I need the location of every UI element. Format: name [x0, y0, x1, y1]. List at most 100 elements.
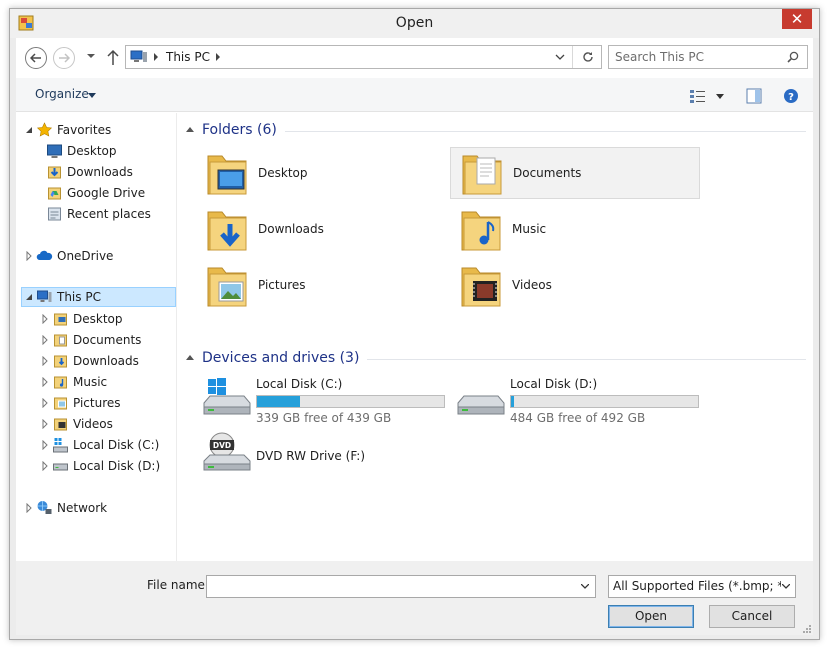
- resize-grip-icon[interactable]: [801, 623, 811, 633]
- expand-triangle-icon[interactable]: [40, 335, 50, 345]
- file-type-chevron-down-icon[interactable]: [782, 584, 790, 589]
- folder-name: Desktop: [258, 166, 308, 180]
- pictures-folder-icon: [207, 267, 247, 307]
- sidebar-item-label: Network: [57, 501, 108, 515]
- drive-name: DVD RW Drive (F:): [256, 449, 366, 463]
- refresh-icon: [582, 52, 593, 62]
- sidebar-item-favorites[interactable]: Favorites: [24, 120, 111, 140]
- windows-drive-icon: [53, 438, 68, 453]
- sidebar-item-favorites-google-drive[interactable]: Google Drive: [46, 183, 145, 203]
- sidebar-item-pictures[interactable]: Pictures: [40, 393, 121, 413]
- sidebar-item-favorites-desktop[interactable]: Desktop: [46, 141, 117, 161]
- sidebar-item-documents[interactable]: Documents: [40, 330, 141, 350]
- address-history-chevron-down-icon[interactable]: [555, 52, 565, 62]
- file-name-chevron-down-icon[interactable]: [581, 584, 589, 589]
- sidebar-item-desktop[interactable]: Desktop: [40, 309, 123, 329]
- address-bar[interactable]: This PC: [125, 45, 602, 69]
- folder-name: Videos: [512, 278, 552, 292]
- collapse-triangle-icon[interactable]: [24, 292, 34, 302]
- sidebar-item-label: Downloads: [73, 354, 139, 368]
- drives-group-header[interactable]: Devices and drives (3): [186, 348, 806, 368]
- expand-triangle-icon[interactable]: [40, 461, 50, 471]
- music-folder-icon: [54, 376, 67, 389]
- expand-triangle-icon[interactable]: [24, 503, 34, 513]
- hard-drive-icon: [53, 463, 68, 471]
- folder-name: Music: [512, 222, 547, 236]
- sidebar-item-label: Music: [73, 375, 108, 389]
- collapse-triangle-icon[interactable]: [186, 126, 194, 134]
- folder-tile-music[interactable]: Music: [450, 204, 700, 256]
- breadcrumb-this-pc[interactable]: This PC: [166, 50, 210, 64]
- folder-name: Downloads: [258, 222, 324, 236]
- search-input[interactable]: [615, 49, 780, 65]
- expand-triangle-icon[interactable]: [40, 314, 50, 324]
- breadcrumb-chevron-right-icon[interactable]: [152, 51, 160, 63]
- expand-triangle-icon[interactable]: [40, 419, 50, 429]
- sidebar-item-onedrive[interactable]: OneDrive: [24, 246, 113, 266]
- folder-tile-videos[interactable]: Videos: [450, 260, 700, 312]
- back-button[interactable]: [25, 47, 47, 69]
- drive-tile-local-disk-c[interactable]: Local Disk (C:) 339 GB free of 439 GB: [196, 375, 446, 425]
- group-divider: [367, 358, 806, 360]
- refresh-button[interactable]: [572, 46, 602, 68]
- expand-triangle-icon[interactable]: [40, 440, 50, 450]
- title-bar[interactable]: Open ✕: [10, 9, 819, 38]
- folder-name: Documents: [513, 166, 582, 180]
- up-arrow-icon[interactable]: [106, 48, 120, 66]
- onedrive-cloud-icon: [36, 250, 53, 260]
- open-button[interactable]: Open: [608, 605, 694, 628]
- sidebar-item-downloads[interactable]: Downloads: [40, 351, 139, 371]
- file-name-input[interactable]: [211, 578, 571, 595]
- sidebar-item-label: OneDrive: [57, 249, 114, 263]
- folders-group-header[interactable]: Folders (6): [186, 120, 806, 140]
- drive-free-space: 484 GB free of 492 GB: [510, 411, 646, 425]
- arrow-left-icon: [30, 53, 41, 63]
- preview-pane-icon[interactable]: [746, 88, 762, 104]
- drive-tile-dvd-rw-f[interactable]: DVD DVD RW Drive (F:): [196, 429, 446, 479]
- sidebar-item-label: Videos: [73, 417, 113, 431]
- collapse-triangle-icon[interactable]: [24, 125, 34, 135]
- folder-tile-desktop[interactable]: Desktop: [196, 148, 446, 200]
- cancel-button[interactable]: Cancel: [709, 605, 795, 628]
- sidebar-item-network[interactable]: Network: [24, 498, 107, 518]
- windows-drive-icon: [203, 378, 251, 415]
- view-options-chevron-down-icon[interactable]: [716, 94, 724, 99]
- documents-folder-icon: [462, 155, 502, 195]
- organize-button[interactable]: Organize: [35, 87, 89, 101]
- file-type-select[interactable]: All Supported Files (*.bmp; *.dil: [608, 575, 796, 598]
- drive-name: Local Disk (C:): [256, 377, 343, 391]
- desktop-folder-icon: [207, 155, 247, 195]
- forward-button[interactable]: [53, 47, 75, 69]
- file-name-combobox[interactable]: [206, 575, 596, 598]
- expand-triangle-icon[interactable]: [40, 377, 50, 387]
- collapse-triangle-icon[interactable]: [186, 354, 194, 362]
- breadcrumb-chevron-right-icon[interactable]: [214, 51, 222, 63]
- close-button[interactable]: ✕: [782, 9, 812, 29]
- desktop-icon: [47, 144, 62, 158]
- folder-tile-pictures[interactable]: Pictures: [196, 260, 446, 312]
- sidebar-item-label: Recent places: [67, 207, 151, 221]
- expand-triangle-icon[interactable]: [24, 251, 34, 261]
- search-box[interactable]: [608, 45, 808, 69]
- sidebar-item-favorites-recent-places[interactable]: Recent places: [46, 204, 151, 224]
- navigation-pane[interactable]: Favorites Desktop Downloads Google Drive…: [16, 113, 177, 561]
- sidebar-item-videos[interactable]: Videos: [40, 414, 113, 434]
- file-list-view[interactable]: Folders (6) Desktop Documents Downloads …: [178, 113, 813, 634]
- recent-locations-chevron-down-icon[interactable]: [86, 51, 96, 61]
- change-view-icon[interactable]: [689, 88, 707, 104]
- organize-chevron-down-icon[interactable]: [88, 93, 96, 98]
- search-icon[interactable]: [787, 51, 799, 63]
- expand-triangle-icon[interactable]: [40, 356, 50, 366]
- window-title: Open: [395, 15, 434, 31]
- help-icon[interactable]: ?: [783, 88, 799, 104]
- folder-tile-downloads[interactable]: Downloads: [196, 204, 446, 256]
- sidebar-item-music[interactable]: Music: [40, 372, 107, 392]
- expand-triangle-icon[interactable]: [40, 398, 50, 408]
- sidebar-item-this-pc[interactable]: This PC: [21, 287, 176, 307]
- sidebar-item-favorites-downloads[interactable]: Downloads: [46, 162, 133, 182]
- videos-folder-icon: [54, 418, 67, 431]
- drive-tile-local-disk-d[interactable]: Local Disk (D:) 484 GB free of 492 GB: [450, 375, 700, 425]
- folder-tile-documents[interactable]: Documents: [450, 147, 700, 199]
- sidebar-item-local-disk-d[interactable]: Local Disk (D:): [40, 456, 160, 476]
- sidebar-item-local-disk-c[interactable]: Local Disk (C:): [40, 435, 159, 455]
